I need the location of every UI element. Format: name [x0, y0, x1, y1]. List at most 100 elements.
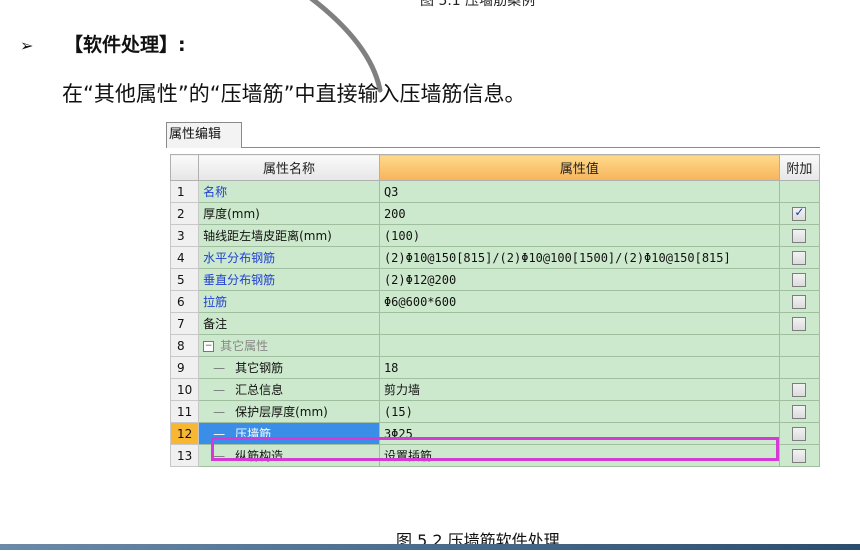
- addon-cell: [778, 224, 821, 247]
- table-row[interactable]: 11 — 保护层厚度(mm) (15): [169, 400, 821, 423]
- property-name[interactable]: 拉筋: [198, 290, 380, 313]
- addon-checkbox[interactable]: [792, 448, 807, 463]
- addon-checkbox[interactable]: [792, 294, 807, 309]
- group-label: 其它属性: [220, 339, 269, 353]
- property-name[interactable]: — 压墙筋: [198, 422, 380, 445]
- addon-checkbox[interactable]: [792, 250, 807, 265]
- tab-strip-line: [242, 147, 820, 148]
- property-name[interactable]: 垂直分布钢筋: [198, 268, 380, 291]
- tree-line-icon: —: [213, 449, 226, 463]
- property-name-label: 纵筋构造: [235, 449, 284, 463]
- property-value[interactable]: (100): [378, 224, 780, 247]
- table-row[interactable]: 5 垂直分布钢筋 (2)Φ12@200: [169, 268, 821, 291]
- property-name[interactable]: — 汇总信息: [198, 378, 380, 401]
- row-number: 10: [169, 378, 200, 401]
- addon-cell: [778, 400, 821, 423]
- tree-line-icon: —: [213, 383, 226, 397]
- property-value-input[interactable]: 3Φ25: [378, 422, 780, 445]
- property-name[interactable]: — 纵筋构造: [198, 444, 380, 467]
- property-name[interactable]: 厚度(mm): [198, 202, 380, 225]
- table-row[interactable]: 3 轴线距左墙皮距离(mm) (100): [169, 224, 821, 247]
- header-addon[interactable]: 附加: [778, 154, 821, 181]
- row-number: 12: [169, 422, 200, 445]
- row-number: 9: [169, 356, 200, 379]
- property-value[interactable]: 剪力墙: [378, 378, 780, 401]
- addon-cell: [778, 312, 821, 335]
- addon-cell: [778, 422, 821, 445]
- addon-checkbox[interactable]: [792, 404, 807, 419]
- addon-checkbox[interactable]: [792, 316, 807, 331]
- tree-line-icon: —: [213, 405, 226, 419]
- property-name-label: 其它钢筋: [235, 361, 284, 375]
- table-row[interactable]: 6 拉筋 Φ6@600*600: [169, 290, 821, 313]
- table-row[interactable]: 13 — 纵筋构造 设置插筋: [169, 444, 821, 467]
- property-name[interactable]: — 保护层厚度(mm): [198, 400, 380, 423]
- row-number: 7: [169, 312, 200, 335]
- row-number: 11: [169, 400, 200, 423]
- property-name[interactable]: 名称: [198, 180, 380, 203]
- addon-cell: [778, 290, 821, 313]
- addon-checkbox[interactable]: [792, 228, 807, 243]
- row-number: 6: [169, 290, 200, 313]
- addon-cell: [778, 202, 821, 225]
- addon-cell: [778, 246, 821, 269]
- property-editor-panel: 属性编辑 属性名称 属性值 附加 1 名称 Q3 2 厚度(mm) 200 ✓ …: [166, 122, 821, 490]
- header-property-name[interactable]: 属性名称: [198, 154, 380, 181]
- addon-cell: [778, 444, 821, 467]
- addon-checkbox[interactable]: [792, 272, 807, 287]
- grid-header-row: 属性名称 属性值 附加: [169, 154, 821, 181]
- addon-cell: [778, 334, 821, 357]
- tree-line-icon: —: [213, 427, 226, 441]
- property-group-name[interactable]: − 其它属性: [198, 334, 380, 357]
- table-row[interactable]: 1 名称 Q3: [169, 180, 821, 203]
- property-grid: 属性名称 属性值 附加 1 名称 Q3 2 厚度(mm) 200 3 轴线距左墙…: [169, 154, 821, 467]
- property-value[interactable]: 200: [378, 202, 780, 225]
- addon-cell: [778, 268, 821, 291]
- addon-checkbox[interactable]: [792, 426, 807, 441]
- property-value: [378, 334, 780, 357]
- property-name[interactable]: 备注: [198, 312, 380, 335]
- tab-property-edit[interactable]: 属性编辑: [166, 122, 242, 148]
- bullet-arrow-icon: ➢: [20, 36, 34, 55]
- addon-cell: [778, 378, 821, 401]
- table-row[interactable]: 2 厚度(mm) 200: [169, 202, 821, 225]
- property-name[interactable]: — 其它钢筋: [198, 356, 380, 379]
- property-value[interactable]: (15): [378, 400, 780, 423]
- bottom-bar: [0, 544, 860, 550]
- property-value[interactable]: 18: [378, 356, 780, 379]
- property-name-label: 保护层厚度(mm): [235, 405, 328, 419]
- row-number: 8: [169, 334, 200, 357]
- collapse-minus-icon[interactable]: −: [203, 341, 215, 352]
- tree-line-icon: —: [213, 361, 226, 375]
- row-number: 5: [169, 268, 200, 291]
- property-value[interactable]: Q3: [378, 180, 780, 203]
- addon-checkbox[interactable]: [792, 205, 807, 221]
- table-row[interactable]: 9 — 其它钢筋 18: [169, 356, 821, 379]
- table-row[interactable]: 10 — 汇总信息 剪力墙: [169, 378, 821, 401]
- section-heading: 【软件处理】:: [64, 34, 186, 56]
- property-value[interactable]: [378, 312, 780, 335]
- property-name-label: 压墙筋: [235, 427, 272, 441]
- property-name-label: 汇总信息: [235, 383, 284, 397]
- property-value[interactable]: Φ6@600*600: [378, 290, 780, 313]
- top-figure-caption: 图 5.1 压墙筋案例: [420, 0, 536, 9]
- intro-text: 在“其他属性”的“压墙筋”中直接输入压墙筋信息。: [62, 82, 526, 106]
- section-heading-row: ➢ 【软件处理】:: [20, 30, 186, 57]
- row-number: 13: [169, 444, 200, 467]
- addon-cell: [778, 180, 821, 203]
- property-value[interactable]: 设置插筋: [378, 444, 780, 467]
- table-row-selected[interactable]: 12 — 压墙筋 3Φ25: [169, 422, 821, 445]
- property-value[interactable]: (2)Φ12@200: [378, 268, 780, 291]
- row-number: 4: [169, 246, 200, 269]
- header-row-number: [169, 154, 200, 181]
- header-property-value[interactable]: 属性值: [378, 154, 780, 181]
- row-number: 3: [169, 224, 200, 247]
- addon-cell: [778, 356, 821, 379]
- property-value[interactable]: (2)Φ10@150[815]/(2)Φ10@100[1500]/(2)Φ10@…: [378, 246, 780, 269]
- table-row[interactable]: 7 备注: [169, 312, 821, 335]
- property-name[interactable]: 轴线距左墙皮距离(mm): [198, 224, 380, 247]
- table-row[interactable]: 8 − 其它属性: [169, 334, 821, 357]
- property-name[interactable]: 水平分布钢筋: [198, 246, 380, 269]
- addon-checkbox[interactable]: [792, 382, 807, 397]
- table-row[interactable]: 4 水平分布钢筋 (2)Φ10@150[815]/(2)Φ10@100[1500…: [169, 246, 821, 269]
